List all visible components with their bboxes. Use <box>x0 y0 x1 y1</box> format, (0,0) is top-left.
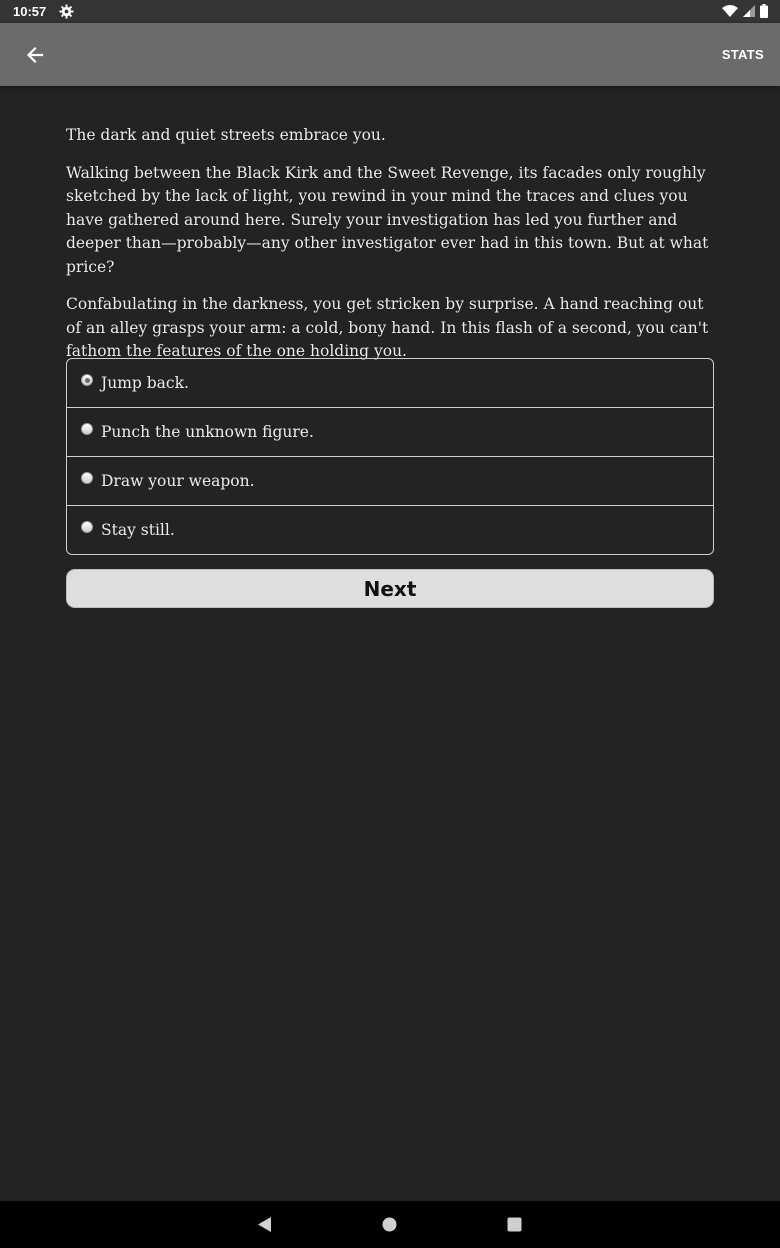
arrow-left-icon <box>26 46 44 64</box>
choice-label: Punch the unknown figure. <box>101 423 314 441</box>
story-paragraph: The dark and quiet streets embrace you. <box>66 126 386 144</box>
back-button[interactable] <box>20 40 50 70</box>
story-paragraph: Walking between the Black Kirk and the S… <box>66 163 709 276</box>
radio-button[interactable] <box>81 521 93 533</box>
choice-label: Draw your weapon. <box>101 472 255 490</box>
choice-label: Stay still. <box>101 521 175 539</box>
status-time: 10:57 <box>13 4 47 19</box>
recents-square-icon[interactable] <box>506 1216 523 1233</box>
radio-button[interactable] <box>81 472 93 484</box>
choice-option[interactable]: Draw your weapon. <box>67 456 713 505</box>
back-triangle-icon[interactable] <box>256 1216 273 1233</box>
wifi-icon <box>722 4 738 17</box>
radio-button-selected[interactable] <box>81 374 93 386</box>
choice-option[interactable]: Stay still. <box>67 505 713 554</box>
status-icons <box>722 4 768 18</box>
choice-option[interactable]: Punch the unknown figure. <box>67 407 713 456</box>
status-bar: 10:57 <box>0 0 780 23</box>
radio-button[interactable] <box>81 423 93 435</box>
choice-label: Jump back. <box>101 374 189 392</box>
signal-icon <box>743 5 755 17</box>
home-circle-icon[interactable] <box>381 1216 398 1233</box>
story-content: The dark and quiet streets embrace you. … <box>66 124 716 378</box>
gear-icon <box>59 4 74 19</box>
choice-option[interactable]: Jump back. <box>67 359 713 407</box>
app-bar: STATS <box>0 23 780 86</box>
next-button[interactable]: Next <box>66 569 714 608</box>
battery-icon <box>760 4 768 18</box>
stats-button[interactable]: STATS <box>722 47 764 62</box>
story-paragraph: Confabulating in the darkness, you get s… <box>66 295 709 360</box>
navigation-bar <box>0 1201 780 1248</box>
choice-list: Jump back. Punch the unknown figure. Dra… <box>66 358 714 555</box>
